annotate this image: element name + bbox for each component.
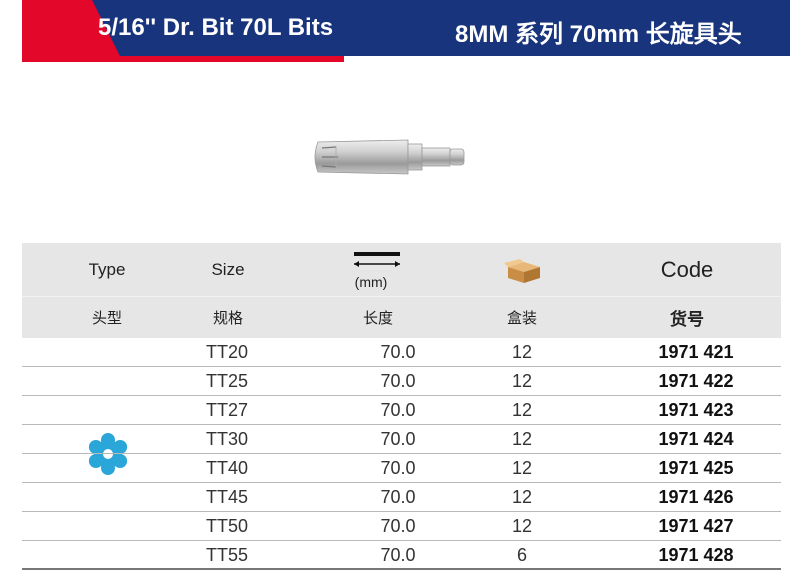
length-cell: 70.0 — [380, 457, 416, 478]
header-box-cn: 盒装 — [506, 310, 537, 327]
header-type: Type — [88, 259, 126, 279]
size-cell: TT45 — [206, 486, 249, 507]
box-cell: 12 — [511, 428, 533, 449]
code-cell: 1971 425 — [658, 457, 734, 478]
table-bottom-rule — [22, 568, 781, 570]
length-cell: 70.0 — [380, 370, 416, 391]
table-body: TT20 70.0 12 1971 421 TT25 70.0 12 1971 … — [22, 338, 781, 570]
header-size: Size — [211, 259, 245, 279]
box-cell: 6 — [516, 544, 527, 565]
header-row-chinese: 头型 规格 长度 盒装 货号 — [22, 296, 781, 338]
title-english: 5/16'' Dr. Bit 70L Bits — [98, 14, 334, 41]
header-row-english: Type Size (mm) Code — [22, 243, 781, 296]
box-cell: 12 — [511, 486, 533, 507]
code-cell: 1971 428 — [658, 544, 734, 565]
table-row: TT20 70.0 12 1971 421 — [22, 338, 781, 367]
box-cell: 12 — [511, 341, 533, 362]
specs-table: Type Size (mm) Code 头型 规格 长度 盒装 货号 TT20 … — [22, 243, 781, 570]
torx-bit-photo — [314, 139, 465, 175]
table-row: TT40 70.0 12 1971 425 — [22, 454, 781, 483]
size-cell: TT30 — [206, 428, 249, 449]
table-row: TT25 70.0 12 1971 422 — [22, 367, 781, 396]
size-cell: TT50 — [206, 515, 249, 536]
length-cell: 70.0 — [380, 399, 416, 420]
table-row: TT27 70.0 12 1971 423 — [22, 396, 781, 425]
header-banner: 5/16'' Dr. Bit 70L Bits 8MM 系列 70mm 长旋具头 — [22, 0, 790, 62]
code-cell: 1971 427 — [658, 515, 734, 536]
length-cell: 70.0 — [380, 544, 416, 565]
size-cell: TT55 — [206, 544, 249, 565]
box-cell: 12 — [511, 370, 533, 391]
box-icon — [504, 259, 540, 283]
length-cell: 70.0 — [380, 486, 416, 507]
header-code-cn: 货号 — [670, 310, 704, 329]
header-size-cn: 规格 — [212, 310, 243, 327]
code-cell: 1971 421 — [658, 341, 734, 362]
size-cell: TT25 — [206, 370, 249, 391]
code-cell: 1971 423 — [658, 399, 734, 420]
length-cell: 70.0 — [380, 515, 416, 536]
code-cell: 1971 426 — [658, 486, 734, 507]
code-cell: 1971 424 — [658, 428, 734, 449]
table-row: TT45 70.0 12 1971 426 — [22, 483, 781, 512]
box-cell: 12 — [511, 457, 533, 478]
table-row: TT30 70.0 12 1971 424 — [22, 425, 781, 454]
table-row: TT55 70.0 6 1971 428 — [22, 541, 781, 570]
size-cell: TT40 — [206, 457, 249, 478]
header-length-cn: 长度 — [362, 310, 393, 327]
box-cell: 12 — [511, 515, 533, 536]
header-type-cn: 头型 — [91, 310, 122, 327]
length-unit: (mm) — [354, 274, 388, 290]
size-cell: TT27 — [206, 399, 249, 420]
table-row: TT50 70.0 12 1971 427 — [22, 512, 781, 541]
size-cell: TT20 — [206, 341, 249, 362]
code-cell: 1971 422 — [658, 370, 734, 391]
title-chinese: 8MM 系列 70mm 长旋具头 — [455, 21, 742, 48]
header-code: Code — [660, 256, 714, 282]
length-cell: 70.0 — [380, 428, 416, 449]
box-cell: 12 — [511, 399, 533, 420]
length-cell: 70.0 — [380, 341, 416, 362]
